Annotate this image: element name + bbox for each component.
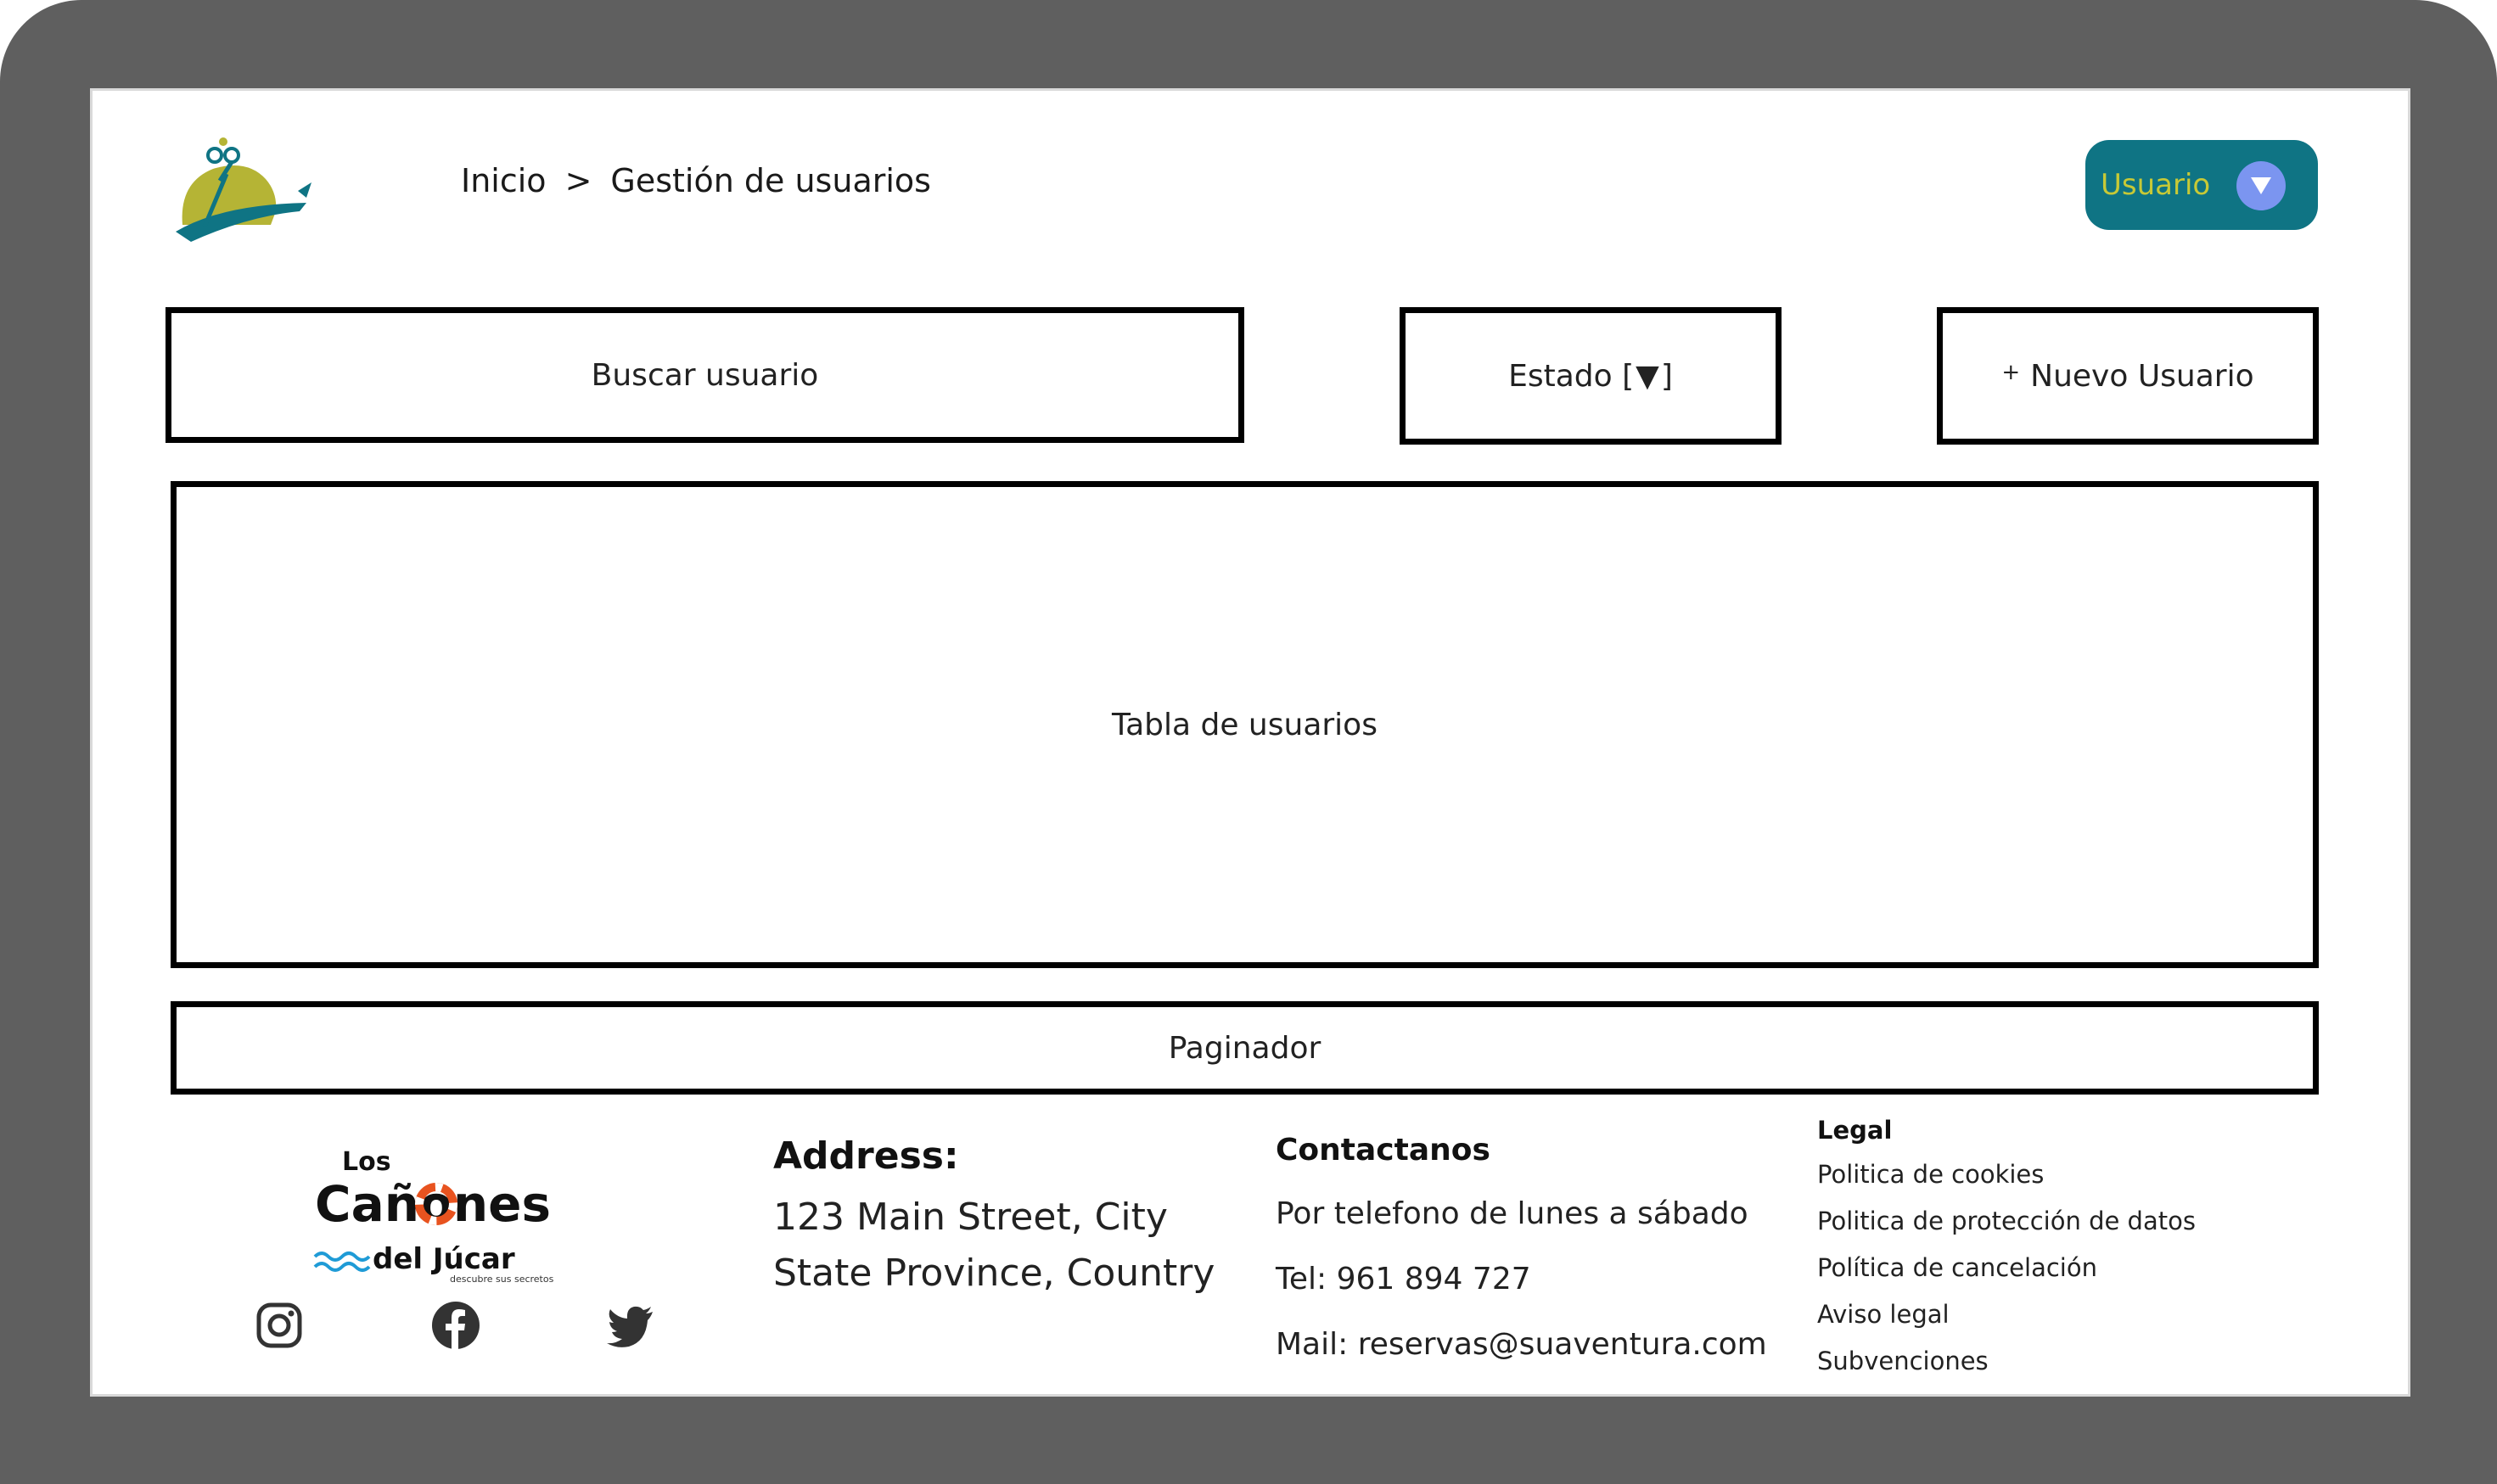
legal-link-cookies[interactable]: Politica de cookies xyxy=(1817,1151,2196,1198)
footer-contact: Contactanos Por telefono de lunes a sába… xyxy=(1276,1133,1767,1377)
user-menu-label: Usuario xyxy=(2101,168,2211,202)
estado-suffix: ] xyxy=(1660,358,1673,394)
new-user-label: Nuevo Usuario xyxy=(2030,358,2254,394)
contact-hours: Por telefono de lunes a sábado xyxy=(1276,1196,1748,1231)
brand-line3: del Júcar xyxy=(373,1242,515,1276)
legal-link-subsidies[interactable]: Subvenciones xyxy=(1817,1338,2196,1385)
users-table-label: Tabla de usuarios xyxy=(1112,707,1378,742)
device-frame: Inicio > Gestión de usuarios Usuario Bus… xyxy=(0,0,2497,1484)
legal-link-data-protection[interactable]: Politica de protección de datos xyxy=(1817,1198,2196,1245)
footer-legal: Legal Politica de cookies Politica de pr… xyxy=(1817,1116,2196,1385)
paginator-label: Paginador xyxy=(1168,1030,1321,1066)
brand-line1: Los xyxy=(342,1147,391,1177)
app-screen: Inicio > Gestión de usuarios Usuario Bus… xyxy=(90,88,2410,1397)
search-user-label: Buscar usuario xyxy=(591,357,819,393)
brand-tagline: descubre sus secretos xyxy=(450,1274,554,1285)
search-user-input[interactable]: Buscar usuario xyxy=(166,307,1244,443)
triangle-down-icon: ▼ xyxy=(1636,358,1659,394)
site-logo[interactable] xyxy=(171,132,315,242)
breadcrumb-current: Gestión de usuarios xyxy=(610,162,931,199)
facebook-icon[interactable] xyxy=(430,1300,481,1351)
estado-filter-dropdown[interactable]: Estado [▼] xyxy=(1400,307,1782,445)
user-menu-button[interactable]: Usuario xyxy=(2085,140,2318,230)
legal-heading: Legal xyxy=(1817,1116,1893,1145)
address-heading: Address: xyxy=(773,1134,959,1178)
legal-link-cancellation[interactable]: Política de cancelación xyxy=(1817,1245,2196,1291)
estado-label: Estado [ xyxy=(1508,358,1635,394)
breadcrumb: Inicio > Gestión de usuarios xyxy=(461,162,931,199)
plus-icon: + xyxy=(2001,360,2021,385)
breadcrumb-separator: > xyxy=(564,162,592,199)
address-line1: 123 Main Street, City xyxy=(773,1196,1168,1239)
contact-phone[interactable]: Tel: 961 894 727 xyxy=(1276,1246,1767,1312)
brand-logo: Los Cañones del Júcar descubre sus secre… xyxy=(313,1147,554,1285)
instagram-icon[interactable] xyxy=(254,1300,305,1351)
address-line2: State Province, Country xyxy=(773,1252,1215,1295)
contact-heading: Contactanos xyxy=(1276,1133,1490,1168)
paginator[interactable]: Paginador xyxy=(171,1001,2319,1095)
users-table[interactable]: Tabla de usuarios xyxy=(171,481,2319,968)
breadcrumb-home[interactable]: Inicio xyxy=(461,162,547,199)
footer-address: Address: 123 Main Street, City State Pro… xyxy=(773,1134,1215,1302)
chevron-down-icon xyxy=(2236,161,2286,210)
twitter-icon[interactable] xyxy=(605,1300,656,1351)
contact-mail[interactable]: Mail: reservas@suaventura.com xyxy=(1276,1312,1767,1377)
new-user-button[interactable]: + Nuevo Usuario xyxy=(1937,307,2319,445)
legal-link-legal-notice[interactable]: Aviso legal xyxy=(1817,1291,2196,1338)
